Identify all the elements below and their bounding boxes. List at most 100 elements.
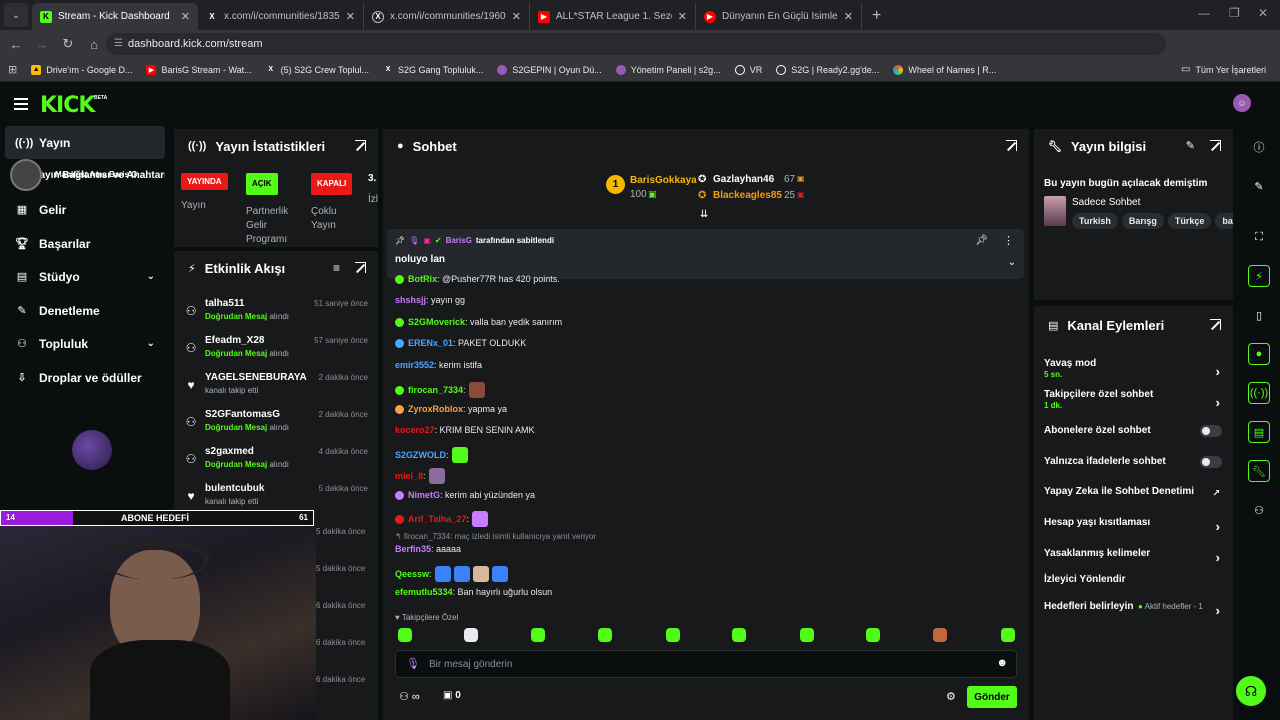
document-icon[interactable]: ▯ (1248, 304, 1270, 326)
pinned-by-user[interactable]: BarisG (446, 236, 472, 245)
info-icon[interactable]: ⓘ (1248, 136, 1270, 158)
chat-username[interactable]: miel_8 (395, 471, 423, 481)
wrench-icon[interactable]: 🔧︎ (1248, 460, 1270, 482)
tab-kick-dashboard[interactable]: K Stream - Kick Dashboard ✕ (32, 3, 198, 30)
leaderboard-user-3[interactable]: Blackeagles85 (713, 190, 782, 201)
close-icon[interactable]: ✕ (346, 10, 355, 23)
hamburger-menu-icon[interactable] (14, 98, 28, 110)
event-user[interactable]: S2GFantomasG (205, 409, 280, 420)
chat-username[interactable]: efemutlu5334 (395, 587, 453, 597)
bookmark-s2g-crew[interactable]: X (5) S2G Crew Toplul... (266, 65, 369, 75)
chat-username[interactable]: Berfin35 (395, 544, 431, 554)
emote-icon[interactable] (491, 566, 508, 582)
emote-icon[interactable] (434, 566, 451, 582)
forward-icon[interactable]: → (30, 37, 54, 52)
pencil-icon[interactable]: ✎ (1248, 175, 1270, 197)
sidebar-item-studyo[interactable]: ▤ Stüdyo ⌄ (5, 260, 165, 293)
emote-icon[interactable] (464, 628, 478, 642)
emote-icon[interactable] (451, 447, 468, 463)
emoji-icon[interactable]: ☻ (996, 657, 1008, 669)
emote-icon[interactable] (866, 628, 880, 642)
tab-x-community-2[interactable]: X x.com/i/communities/1960386 ✕ (364, 3, 530, 30)
user-avatar[interactable]: ☺ (1233, 94, 1251, 112)
emote-icon[interactable] (398, 628, 412, 642)
bookmark-wheel[interactable]: Wheel of Names | R... (893, 64, 996, 75)
popout-icon[interactable] (355, 262, 366, 273)
sidebar-item-denetleme[interactable]: ✎ Denetleme (5, 294, 165, 327)
emote-icon[interactable] (800, 628, 814, 642)
send-button[interactable]: Gönder (967, 686, 1017, 708)
event-user[interactable]: YAGELSENEBURAYA (205, 372, 307, 383)
event-user[interactable]: Efeadm_X28 (205, 335, 264, 346)
layout-icon[interactable]: ▤ (1248, 421, 1270, 443)
channel-action-item[interactable]: İzleyici Yönlendir (1044, 574, 1228, 585)
chevron-down-icon[interactable]: ⌄ (1008, 257, 1016, 268)
emote-icon[interactable] (531, 628, 545, 642)
chat-username[interactable]: S2GZWOLD (395, 450, 446, 460)
bookmark-s2g-gang[interactable]: X S2G Gang Topluluk... (383, 65, 484, 75)
leaderboard-user-1[interactable]: BarisGokkaya (630, 175, 697, 186)
emote-icon[interactable] (471, 511, 488, 527)
bookmark-drive[interactable]: ▲ Drive'ım - Google D... (31, 64, 132, 75)
back-icon[interactable]: ← (4, 37, 28, 52)
tag-chip[interactable]: Barışg (1121, 213, 1164, 229)
chat-username[interactable]: firocan_7334 (408, 385, 463, 395)
leaderboard-user-2[interactable]: Gazlayhan46 (713, 174, 774, 185)
unpin-icon[interactable]: 📌︎ (975, 235, 988, 246)
emote-icon[interactable] (468, 382, 485, 398)
emote-icon[interactable] (428, 468, 445, 484)
channel-action-item[interactable]: Yalnızca ifadelerle sohbet (1044, 456, 1228, 468)
emote-icon[interactable] (666, 628, 680, 642)
popout-icon[interactable] (1006, 140, 1017, 151)
tab-search-icon[interactable]: ⌄ (4, 3, 28, 27)
site-info-icon[interactable]: ☰ (114, 38, 123, 49)
edit-pencil-icon[interactable]: ✎ (1186, 139, 1195, 152)
close-icon[interactable]: ✕ (678, 10, 687, 23)
chat-bubble-icon[interactable]: ● (1248, 343, 1270, 365)
window-close-icon[interactable]: ✕ (1258, 6, 1268, 20)
close-icon[interactable]: ✕ (512, 10, 521, 23)
bookmark-yonetim[interactable]: Yönetim Paneli | s2g... (615, 64, 721, 75)
tab-x-community-1[interactable]: X x.com/i/communities/18353197 ✕ (198, 3, 364, 30)
support-headset-icon[interactable]: ☊ (1236, 676, 1266, 706)
channel-action-item[interactable]: Hesap yaşı kısıtlaması › (1044, 517, 1228, 534)
sidebar-item-basarilar[interactable]: 🏆︎ Başarılar (5, 227, 165, 260)
sidebar-item-yayin[interactable]: ((·)) Yayın (5, 126, 165, 159)
chat-username[interactable]: ERENx_01 (408, 338, 453, 348)
popout-icon[interactable] (355, 140, 366, 151)
chat-username[interactable]: BotRix (408, 274, 437, 284)
home-icon[interactable]: ⌂ (82, 37, 106, 52)
emote-icon[interactable] (598, 628, 612, 642)
emote-icon[interactable] (472, 566, 489, 582)
sidebar-item-gelir[interactable]: ▦ Gelir (5, 193, 165, 226)
channel-action-item[interactable]: Abonelere özel sohbet (1044, 425, 1228, 437)
tag-chip[interactable]: Türkçe (1167, 213, 1212, 229)
chat-username[interactable]: Qeessw (395, 569, 429, 579)
popout-icon[interactable] (1210, 319, 1221, 330)
chat-input[interactable]: 🎙︎ Bir mesaj gönderin ☻ (395, 650, 1017, 678)
bookmark-ready2gg[interactable]: S2G | Ready2.gg'de... (776, 64, 879, 75)
chat-username[interactable]: S2GMoverick (408, 317, 465, 327)
close-icon[interactable]: ✕ (844, 10, 853, 23)
emote-icon[interactable] (453, 566, 470, 582)
maximize-icon[interactable]: ❐ (1229, 6, 1240, 20)
tab-youtube-allstar[interactable]: ▶ ALL*STAR League 1. Sezon - Yo ✕ (530, 3, 696, 30)
close-icon[interactable]: ✕ (181, 10, 190, 23)
chat-username[interactable]: NimetG (408, 490, 440, 500)
users-icon[interactable]: ⚇ (1248, 499, 1270, 521)
category-name[interactable]: Sadece Sohbet (1072, 197, 1140, 208)
chat-username[interactable]: kocero27 (395, 425, 435, 435)
bookmark-barisg-stream[interactable]: ▶ BarisG Stream - Wat... (146, 64, 252, 75)
emote-icon[interactable] (933, 628, 947, 642)
chat-username[interactable]: emir3552 (395, 360, 434, 370)
event-user[interactable]: s2gaxmed (205, 446, 254, 457)
tab-youtube-dunya[interactable]: ▶ Dünyanın En Güçlü İsimleri Bu ✕ (696, 3, 862, 30)
chat-username[interactable]: ZyroxRoblox (408, 404, 463, 414)
chat-username[interactable]: shshsjj (395, 295, 426, 305)
channel-action-item[interactable]: Yavaş mod 5 sn. › (1044, 358, 1228, 379)
channel-action-item[interactable]: Yasaklanmış kelimeler › (1044, 548, 1228, 565)
channel-action-item[interactable]: Yapay Zeka ile Sohbet Denetimi ↗ (1044, 486, 1228, 498)
sidebar-item-droplar[interactable]: ⇩ Droplar ve ödüller (5, 361, 165, 394)
settings-gear-icon[interactable]: ⚙ (946, 690, 956, 703)
more-options-icon[interactable]: ⋮ (1003, 234, 1014, 247)
